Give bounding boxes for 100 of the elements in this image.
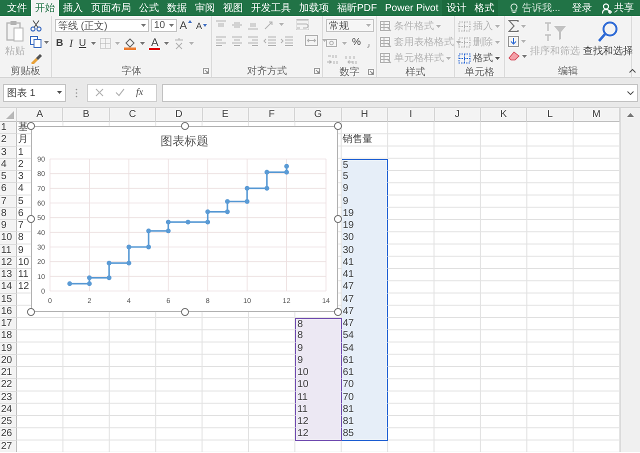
ribbon-tab[interactable]: 福昕PDF <box>333 0 381 16</box>
fill-down-icon[interactable] <box>508 36 519 47</box>
data-point[interactable] <box>244 186 250 191</box>
caret-icon[interactable] <box>495 56 500 60</box>
ribbon-tab[interactable]: 开始 <box>31 0 59 16</box>
highlighted-cell[interactable]: 54 <box>342 330 388 342</box>
dialog-launcher-icon[interactable] <box>368 69 374 75</box>
column-header[interactable]: H <box>342 108 388 122</box>
row-header[interactable]: 17 <box>0 318 17 330</box>
borders-icon[interactable] <box>100 38 112 49</box>
shrink-font-button[interactable]: A <box>194 20 208 32</box>
name-box-field[interactable]: 图表 1 <box>3 84 66 102</box>
highlighted-cell[interactable]: 10 <box>295 367 342 380</box>
select-all-icon[interactable] <box>6 111 14 119</box>
caret-icon[interactable] <box>168 24 174 27</box>
paintbrush-icon[interactable] <box>30 52 42 64</box>
highlighted-cell[interactable]: 30 <box>342 232 388 244</box>
row-header[interactable]: 11 <box>0 244 17 257</box>
vertical-scrollbar[interactable] <box>620 108 640 452</box>
row-header[interactable]: 4 <box>0 158 17 171</box>
highlighted-cell[interactable]: 12 <box>295 428 342 440</box>
column-header[interactable]: L <box>527 108 574 122</box>
caret-icon[interactable] <box>522 54 527 58</box>
row-header[interactable]: 10 <box>0 232 17 244</box>
ribbon-tab[interactable]: 插入 <box>59 0 87 16</box>
check-icon[interactable] <box>115 88 125 97</box>
highlighted-cell[interactable]: 61 <box>342 354 388 367</box>
data-point[interactable] <box>284 164 289 169</box>
highlighted-cell[interactable]: 19 <box>342 208 388 220</box>
data-point[interactable] <box>166 228 171 234</box>
highlighted-cell[interactable]: 47 <box>342 281 388 294</box>
column-header[interactable]: C <box>110 108 156 122</box>
highlighted-cell[interactable]: 81 <box>342 416 388 428</box>
row-header[interactable]: 1 <box>0 122 17 134</box>
data-point[interactable] <box>106 260 112 266</box>
italic-button[interactable]: I <box>68 38 74 50</box>
cancel-icon[interactable] <box>95 88 104 97</box>
data-point[interactable] <box>126 244 132 250</box>
row-header[interactable]: 21 <box>0 367 17 380</box>
row-header[interactable]: 13 <box>0 269 17 282</box>
format-button[interactable]: 格式 <box>458 51 501 65</box>
highlighted-cell[interactable]: 47 <box>342 306 388 318</box>
highlighted-cell[interactable]: 12 <box>295 416 342 428</box>
column-header[interactable]: B <box>63 108 110 122</box>
dialog-launcher-icon[interactable] <box>314 68 320 74</box>
highlighted-cell[interactable]: 19 <box>342 220 388 232</box>
data-point[interactable] <box>186 220 190 224</box>
collapse-ribbon-icon[interactable] <box>629 68 636 73</box>
ribbon-tab[interactable]: Power Pivot <box>381 0 442 16</box>
data-point[interactable] <box>87 281 92 286</box>
highlighted-cell[interactable]: 41 <box>342 256 388 269</box>
ribbon-tab[interactable]: 公式 <box>135 0 163 16</box>
row-header[interactable]: 3 <box>0 146 17 159</box>
caret-icon[interactable] <box>140 24 146 27</box>
search-icon[interactable] <box>596 21 620 43</box>
insert-function-button[interactable]: fx <box>136 87 144 98</box>
phonetic-icon[interactable] <box>173 38 186 50</box>
row-header[interactable]: 22 <box>0 379 17 392</box>
ribbon-tab[interactable]: 数据 <box>163 0 191 16</box>
caret-icon[interactable] <box>44 40 49 44</box>
font-name-field[interactable]: 等线 (正文) <box>55 19 149 32</box>
data-point[interactable] <box>244 199 250 204</box>
scissors-icon[interactable] <box>30 20 42 32</box>
highlighted-cell[interactable]: 30 <box>342 244 388 257</box>
data-point[interactable] <box>126 260 132 266</box>
data-point[interactable] <box>146 244 151 250</box>
underline-button[interactable]: U <box>78 38 88 50</box>
data-point[interactable] <box>264 186 270 191</box>
resize-handle[interactable] <box>27 122 35 130</box>
highlighted-cell[interactable]: 5 <box>342 171 388 184</box>
data-point[interactable] <box>264 170 270 175</box>
highlighted-cell[interactable]: 61 <box>342 367 388 380</box>
data-point[interactable] <box>67 281 72 286</box>
font-color-button[interactable]: A <box>149 38 160 50</box>
highlighted-cell[interactable]: 11 <box>295 392 342 404</box>
highlighted-cell[interactable]: 47 <box>342 318 388 330</box>
fill-bucket-icon[interactable] <box>124 37 136 50</box>
caret-up-icon[interactable] <box>188 20 192 22</box>
data-point[interactable] <box>87 275 92 280</box>
highlighted-cell[interactable]: 70 <box>342 379 388 392</box>
data-point[interactable] <box>205 220 210 224</box>
highlighted-cell[interactable]: 9 <box>295 354 342 367</box>
ribbon-tab[interactable]: 视图 <box>219 0 247 16</box>
row-header[interactable]: 9 <box>0 220 17 232</box>
row-header[interactable]: 20 <box>0 354 17 367</box>
highlighted-cell[interactable]: 85 <box>342 428 388 440</box>
sign-in-link[interactable]: 登录 <box>566 0 598 16</box>
caret-icon[interactable] <box>203 24 207 27</box>
row-header[interactable]: 15 <box>0 294 17 306</box>
row-header[interactable]: 8 <box>0 208 17 220</box>
row-header[interactable]: 16 <box>0 306 17 318</box>
column-header[interactable]: J <box>434 108 481 122</box>
highlighted-cell[interactable]: 8 <box>295 330 342 342</box>
highlighted-cell[interactable]: 5 <box>342 158 388 171</box>
data-point[interactable] <box>225 199 230 204</box>
tell-me-field[interactable]: 告诉我... <box>520 1 564 15</box>
row-header[interactable]: 23 <box>0 392 17 404</box>
copy-icon[interactable] <box>30 36 42 48</box>
row-header[interactable]: 2 <box>0 134 17 146</box>
highlighted-cell[interactable]: 8 <box>295 318 342 330</box>
